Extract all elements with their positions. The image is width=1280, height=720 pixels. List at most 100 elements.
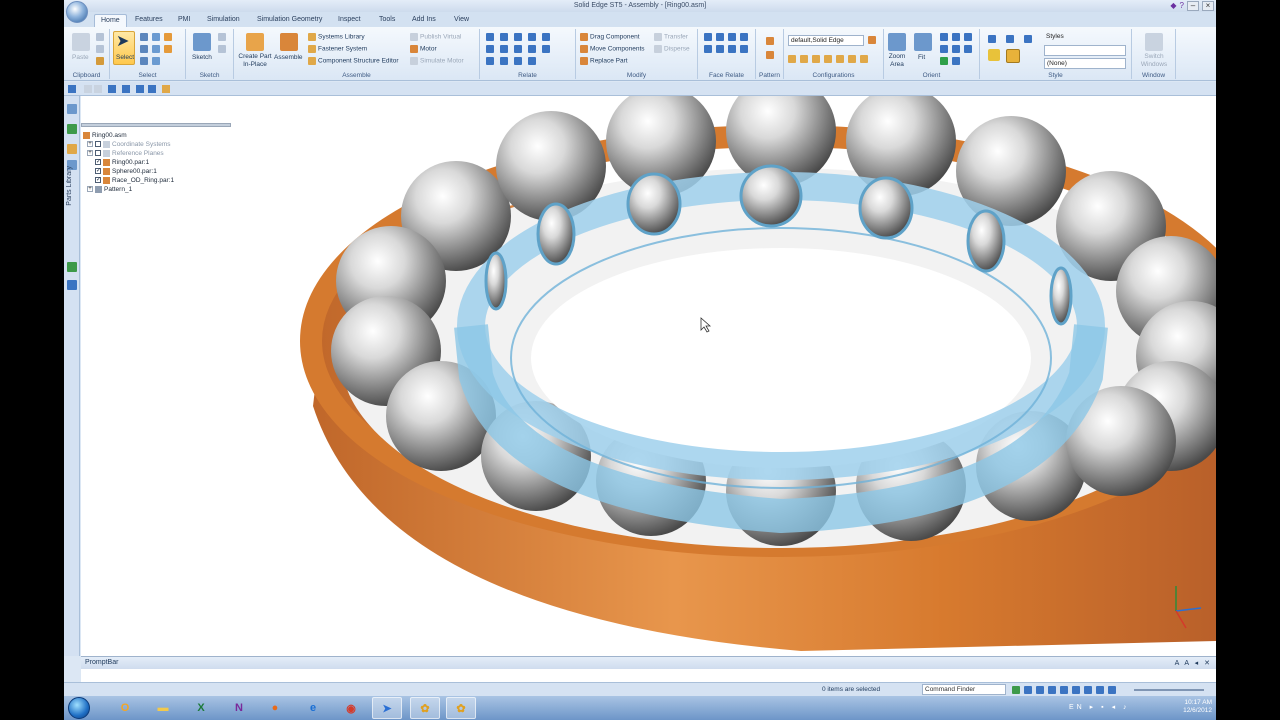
layers-tab-icon[interactable] [67, 124, 77, 134]
tab-tools[interactable]: Tools [373, 14, 401, 27]
tab-inspect[interactable]: Inspect [332, 14, 367, 27]
view-icon[interactable] [952, 57, 960, 65]
face-relate-icon[interactable] [716, 33, 724, 41]
ground-icon[interactable] [486, 57, 494, 65]
save-icon[interactable] [68, 85, 76, 93]
tool-icon[interactable] [148, 85, 156, 93]
face-relate-icon[interactable] [728, 45, 736, 53]
solid-edge-icon[interactable]: ➤ [372, 697, 402, 719]
zoom-icon[interactable] [940, 33, 948, 41]
command-finder-input[interactable]: Command Finder [922, 684, 1006, 695]
status-tool-icon[interactable] [1024, 686, 1032, 694]
mirror-icon[interactable] [766, 51, 774, 59]
mate-icon[interactable] [486, 33, 494, 41]
tree-item-reference-planes[interactable]: + Reference Planes [87, 149, 164, 158]
config-tool-icon[interactable] [848, 55, 856, 63]
tree-item-ring00[interactable]: ✓ Ring00.par:1 [95, 158, 149, 167]
simulate-motor-button[interactable]: Simulate Motor [410, 57, 464, 66]
style-field[interactable] [1044, 45, 1126, 56]
redo-icon[interactable] [94, 85, 102, 93]
view-icon[interactable] [952, 45, 960, 53]
zoom-area-button[interactable]: Zoom Area [886, 53, 908, 69]
tab-view[interactable]: View [448, 14, 475, 27]
tree-item-race-od-ring[interactable]: ✓ Race_OD_Ring.par:1 [95, 176, 174, 185]
config-tool-icon[interactable] [812, 55, 820, 63]
sketch-button[interactable]: Sketch [192, 54, 212, 62]
connect-icon[interactable] [542, 33, 550, 41]
pathfinder-tab-icon[interactable] [67, 104, 77, 114]
checkbox[interactable] [95, 141, 101, 148]
select-tool-icon[interactable] [152, 45, 160, 53]
angle-icon[interactable] [486, 45, 494, 53]
motor-button[interactable]: Motor [410, 45, 437, 54]
onenote-icon[interactable]: N [224, 697, 254, 719]
disperse-button[interactable]: Disperse [654, 45, 690, 54]
tab-simulation-geometry[interactable]: Simulation Geometry [251, 14, 328, 27]
minimize-icon[interactable]: – [1187, 1, 1199, 11]
select-tool-icon[interactable] [164, 33, 172, 41]
checkbox-checked[interactable]: ✓ [95, 159, 101, 166]
match-icon[interactable] [500, 57, 508, 65]
select-tool-icon[interactable] [140, 45, 148, 53]
flower-app-icon[interactable]: ✿ [410, 697, 440, 719]
config-tool-icon[interactable] [824, 55, 832, 63]
ie-icon[interactable]: e [298, 697, 328, 719]
graphics-viewport[interactable] [81, 96, 1216, 656]
configuration-dropdown[interactable]: default,Solid Edge [788, 35, 864, 46]
language-indicator[interactable]: EN [1069, 704, 1085, 711]
prompt-bar[interactable]: PromptBar A A ◂ ✕ [81, 656, 1216, 682]
shaded-icon[interactable] [988, 35, 996, 43]
tab-home[interactable]: Home [94, 14, 127, 27]
firefox-icon[interactable]: ● [260, 697, 290, 719]
select-tool-icon[interactable] [140, 57, 148, 65]
config-tool-icon[interactable] [860, 55, 868, 63]
flower-app-icon[interactable]: ✿ [446, 697, 476, 719]
center-plane-icon[interactable] [514, 57, 522, 65]
styles-dropdown[interactable]: Styles [1044, 32, 1126, 43]
paste-button[interactable]: Paste [72, 54, 89, 62]
face-relate-icon[interactable] [728, 33, 736, 41]
pan-icon[interactable] [1060, 686, 1068, 694]
sketch-tool-icon[interactable] [218, 33, 226, 41]
style-none-field[interactable]: (None) [1044, 58, 1126, 69]
transfer-button[interactable]: Transfer [654, 33, 688, 42]
checkbox-checked[interactable]: ✓ [95, 177, 101, 184]
clock[interactable]: 10:17 AM 12/6/2012 [1183, 699, 1212, 715]
system-tray[interactable]: EN ▸ ▪ ◂ ♪ [1069, 703, 1130, 711]
copy-icon[interactable] [96, 45, 104, 53]
status-tool-icon[interactable] [1012, 686, 1020, 694]
feature-library-icon[interactable] [67, 144, 77, 154]
expand-icon[interactable]: + [87, 141, 93, 148]
check-icon[interactable] [940, 57, 948, 65]
open-icon[interactable] [108, 85, 116, 93]
view-overrides-icon[interactable] [1006, 49, 1020, 63]
configuration-icon[interactable] [868, 36, 876, 44]
component-structure-editor-button[interactable]: Component Structure Editor [308, 57, 399, 66]
expand-icon[interactable]: + [87, 150, 93, 157]
face-relate-icon[interactable] [716, 45, 724, 53]
replace-part-button[interactable]: Replace Part [580, 57, 628, 66]
application-button[interactable] [66, 1, 88, 23]
part-painter-icon[interactable] [988, 49, 1000, 61]
tree-item-root[interactable]: Ring00.asm [83, 131, 127, 140]
shaded-edges-icon[interactable] [1006, 35, 1014, 43]
select-icon[interactable] [122, 85, 130, 93]
start-button[interactable] [68, 697, 90, 719]
face-relate-icon[interactable] [704, 33, 712, 41]
axial-align-icon[interactable] [514, 33, 522, 41]
create-part-in-place-button[interactable]: Create Part In-Place [237, 53, 273, 69]
gear-icon[interactable] [528, 45, 536, 53]
pattern-icon[interactable] [766, 37, 774, 45]
wireframe-icon[interactable] [1024, 35, 1032, 43]
tree-item-coordinate-systems[interactable]: + Coordinate Systems [87, 140, 171, 149]
close-icon[interactable]: × [1202, 1, 1214, 11]
options-icon[interactable] [162, 85, 170, 93]
undo-icon[interactable] [84, 85, 92, 93]
config-tool-icon[interactable] [788, 55, 796, 63]
tool-tab-icon[interactable] [67, 262, 77, 272]
fastener-system-button[interactable]: Fastener System [308, 45, 367, 54]
cut-icon[interactable] [96, 33, 104, 41]
face-relate-icon[interactable] [740, 33, 748, 41]
parts-library-tab[interactable]: Parts Library [66, 166, 73, 206]
view-icon[interactable] [1108, 686, 1116, 694]
